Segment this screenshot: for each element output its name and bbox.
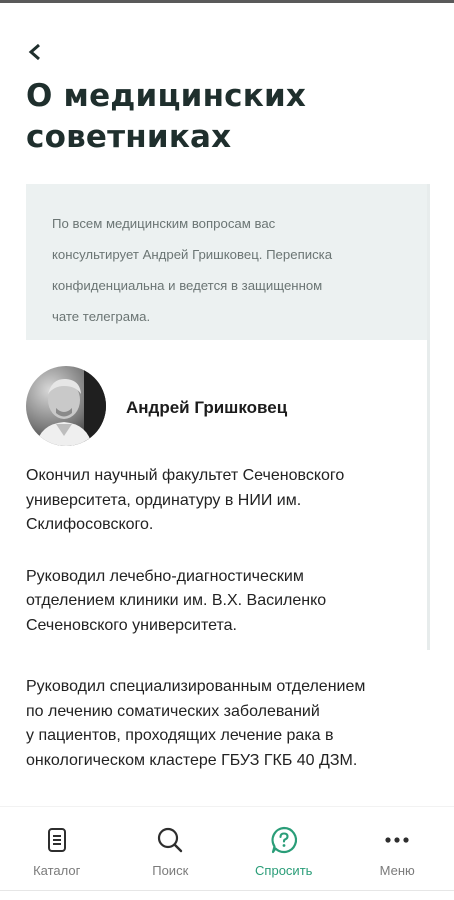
advisor-bio: Окончил научный факультет Сеченовского у…	[26, 464, 436, 800]
nav-item-search[interactable]: Поиск	[114, 807, 228, 900]
info-line: По всем медицинским вопросам вас	[52, 216, 276, 231]
bio-line: Руководил лечебно-диагностическим	[26, 567, 304, 585]
nav-label: Спросить	[255, 863, 313, 878]
bio-line: по лечению соматических заболеваний	[26, 702, 320, 720]
bio-paragraph: Окончил научный факультет Сеченовского у…	[26, 464, 436, 538]
nav-label: Каталог	[33, 863, 81, 878]
advisor-card: Андрей Гришковец	[26, 366, 426, 446]
nav-label: Меню	[379, 863, 415, 878]
bottom-navigation: Каталог Поиск Спросить Меню	[0, 806, 454, 900]
advisor-name: Андрей Гришковец	[126, 398, 288, 417]
bio-line: Склифосовского.	[26, 516, 154, 533]
bio-paragraph: Руководил лечебно-диагностическим отделе…	[26, 565, 436, 639]
nav-item-ask[interactable]: Спросить	[227, 807, 341, 900]
bio-line: университета, ординатуру в НИИ им.	[26, 491, 302, 509]
catalog-icon	[47, 828, 66, 852]
bio-line: Руководил специализированным отделением	[26, 678, 366, 695]
nav-label: Поиск	[152, 863, 189, 878]
search-icon	[158, 827, 183, 853]
avatar	[26, 366, 106, 446]
page-title: О медицинских советниках	[26, 78, 307, 155]
bio-line: у пациентов, проходящих лечение рака в	[26, 727, 334, 744]
info-line: конфиденциальна и ведется в защищенном	[52, 278, 323, 293]
back-button[interactable]	[24, 40, 48, 64]
bio-line: онкологическом кластере ГБУЗ ГКБ 40 ДЗМ.	[26, 751, 358, 769]
info-line: чате телеграма.	[52, 309, 151, 324]
bio-line: Окончил научный факультет Сеченовского	[26, 467, 345, 484]
bio-line: отделением клиники им. В.Х. Василенко	[26, 592, 327, 609]
info-box: По всем медицинским вопросам вас консуль…	[26, 184, 427, 340]
bio-line: Сеченовского университета.	[26, 616, 237, 634]
bottom-divider	[0, 890, 454, 900]
bio-paragraph: Руководил специализированным отделением …	[26, 675, 436, 773]
more-icon	[385, 837, 409, 843]
top-divider	[0, 0, 454, 3]
info-line: консультирует Андрей Гришковец. Переписк…	[52, 247, 333, 262]
chevron-left-icon	[28, 43, 40, 61]
ask-icon	[271, 826, 297, 854]
nav-item-menu[interactable]: Меню	[341, 807, 454, 900]
nav-item-catalog[interactable]: Каталог	[0, 807, 114, 900]
